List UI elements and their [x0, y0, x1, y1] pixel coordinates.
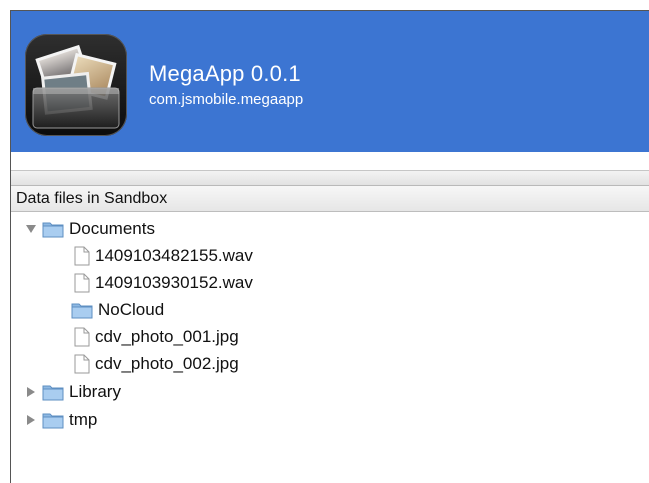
tree-item-library[interactable]: Library [24, 379, 121, 405]
file-icon [74, 327, 90, 347]
folder-icon [42, 383, 64, 401]
app-header: MegaApp 0.0.1 com.jsmobile.megaapp [11, 11, 649, 152]
disclosure-triangle-expanded-icon[interactable] [24, 222, 38, 236]
tree-item-label: 1409103930152.wav [95, 273, 253, 292]
folder-icon [71, 301, 93, 319]
folder-icon [42, 411, 64, 429]
app-bundle-id: com.jsmobile.megaapp [149, 91, 304, 108]
file-icon [74, 246, 90, 266]
folder-icon [42, 220, 64, 238]
file-icon [74, 354, 90, 374]
photo-stack-icon [25, 34, 127, 136]
tree-item-label: Library [69, 382, 121, 401]
app-window: MegaApp 0.0.1 com.jsmobile.megaapp Data … [10, 10, 649, 483]
tree-item-label: tmp [69, 410, 98, 429]
tree-item-file[interactable]: 1409103482155.wav [74, 243, 253, 269]
tree-item-file[interactable]: cdv_photo_001.jpg [74, 324, 239, 350]
tree-item-documents[interactable]: Documents [24, 216, 155, 242]
toolbar-strip [11, 170, 649, 186]
spacer [11, 152, 649, 170]
tree-item-folder[interactable]: NoCloud [71, 297, 164, 323]
sandbox-header: Data files in Sandbox [11, 186, 649, 212]
app-name: MegaApp 0.0.1 [149, 61, 301, 86]
disclosure-triangle-collapsed-icon[interactable] [24, 385, 38, 399]
tree-item-label: NoCloud [98, 300, 165, 319]
tree-item-label: cdv_photo_001.jpg [95, 327, 239, 346]
tree-item-label: cdv_photo_002.jpg [95, 354, 239, 373]
disclosure-triangle-collapsed-icon[interactable] [24, 413, 38, 427]
tree-item-label: 1409103482155.wav [95, 246, 253, 265]
file-icon [74, 273, 90, 293]
tree-item-file[interactable]: 1409103930152.wav [74, 270, 253, 296]
tree-item-file[interactable]: cdv_photo_002.jpg [74, 351, 239, 377]
tree-item-tmp[interactable]: tmp [24, 407, 97, 433]
tree-item-label: Documents [69, 219, 155, 238]
